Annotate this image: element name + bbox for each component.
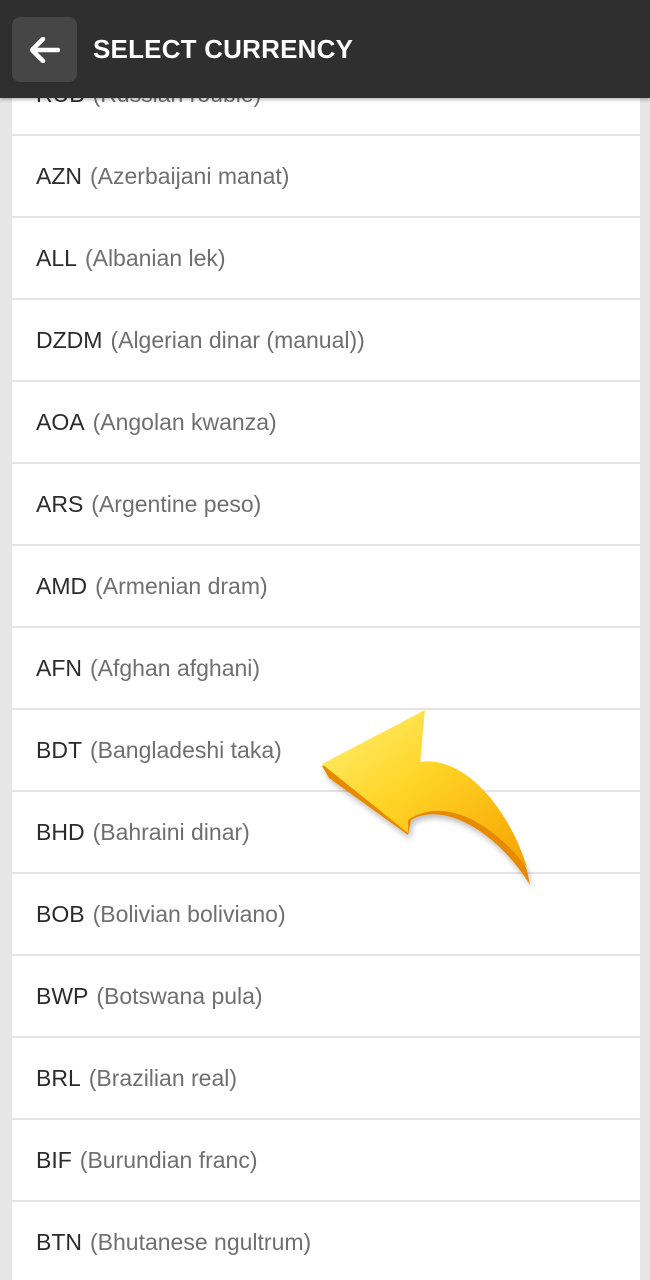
- currency-name: (Russian rouble): [93, 98, 262, 107]
- currency-name: (Bhutanese ngultrum): [90, 1229, 312, 1255]
- currency-list-viewport[interactable]: RUB (Russian rouble) AZN (Azerbaijani mana…: [0, 98, 650, 1280]
- currency-name: (Bahraini dinar): [92, 819, 250, 845]
- currency-name: (Bolivian boliviano): [92, 901, 286, 927]
- currency-code: BHD: [36, 819, 85, 845]
- arrow-left-icon: [29, 36, 60, 63]
- currency-code: BIF: [36, 1147, 72, 1173]
- currency-item-afn[interactable]: AFN (Afghan afghani): [12, 628, 640, 710]
- currency-item-all[interactable]: ALL (Albanian lek): [12, 218, 640, 300]
- curved-arrow-pointer-icon: [322, 710, 530, 885]
- currency-name: (Brazilian real): [88, 1065, 238, 1091]
- page-title: SELECT CURRENCY: [93, 34, 354, 64]
- currency-code: BOB: [36, 901, 85, 927]
- currency-name: (Azerbaijani manat): [90, 163, 290, 189]
- currency-name: (Burundian franc): [79, 1147, 258, 1173]
- currency-name: (Albanian lek): [84, 245, 226, 271]
- currency-code: DZDM: [36, 327, 103, 353]
- currency-code: ARS: [36, 491, 84, 517]
- currency-name: (Angolan kwanza): [92, 409, 277, 435]
- currency-code: ALL: [36, 245, 77, 271]
- currency-name: (Afghan afghani): [90, 655, 261, 681]
- currency-code: AMD: [36, 573, 88, 599]
- currency-code: BTN: [36, 1229, 82, 1255]
- currency-item-azn[interactable]: AZN (Azerbaijani manat): [12, 136, 640, 218]
- currency-item-btn[interactable]: BTN (Bhutanese ngultrum): [12, 1202, 640, 1280]
- currency-name: (Botswana pula): [96, 983, 263, 1009]
- currency-name: (Algerian dinar (manual)): [110, 327, 365, 353]
- currency-item-amd[interactable]: AMD (Armenian dram): [12, 546, 640, 628]
- currency-code: RUB: [36, 98, 85, 107]
- currency-list: RUB (Russian rouble) AZN (Azerbaijani mana…: [12, 98, 640, 1280]
- currency-item-aoa[interactable]: AOA (Angolan kwanza): [12, 382, 640, 464]
- currency-code: BDT: [36, 737, 82, 763]
- currency-item-dzdm[interactable]: DZDM (Algerian dinar (manual)): [12, 300, 640, 382]
- currency-item-brl[interactable]: BRL (Brazilian real): [12, 1038, 640, 1120]
- currency-code: AOA: [36, 409, 85, 435]
- currency-item-bwp[interactable]: BWP (Botswana pula): [12, 956, 640, 1038]
- currency-name: (Argentine peso): [91, 491, 262, 517]
- currency-code: AZN: [36, 163, 82, 189]
- back-button[interactable]: [12, 17, 77, 82]
- currency-item-rub[interactable]: RUB (Russian rouble): [12, 98, 640, 136]
- app-header: SELECT CURRENCY: [0, 0, 650, 98]
- currency-item-ars[interactable]: ARS (Argentine peso): [12, 464, 640, 546]
- currency-code: AFN: [36, 655, 82, 681]
- currency-code: BRL: [36, 1065, 81, 1091]
- currency-name: (Armenian dram): [95, 573, 268, 599]
- currency-code: BWP: [36, 983, 89, 1009]
- currency-name: (Bangladeshi taka): [90, 737, 282, 763]
- currency-item-bif[interactable]: BIF (Burundian franc): [12, 1120, 640, 1202]
